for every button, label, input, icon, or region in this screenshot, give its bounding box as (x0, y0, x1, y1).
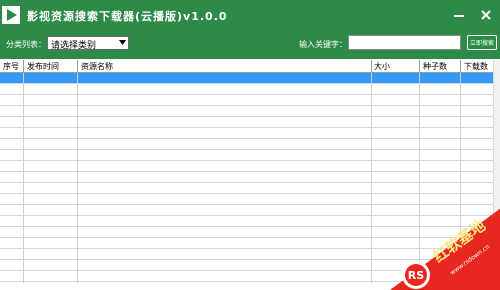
column-divider (371, 60, 372, 283)
header-divider[interactable] (419, 60, 420, 73)
search-button[interactable]: 立即搜索 (467, 35, 497, 50)
search-button-label: 立即搜索 (469, 40, 494, 47)
column-header-size[interactable]: 大小 (374, 60, 390, 73)
column-header-index[interactable]: 序号 (3, 60, 19, 73)
chevron-down-icon (119, 40, 126, 45)
column-header-publish-time[interactable]: 发布时间 (27, 60, 59, 73)
header-divider[interactable] (23, 60, 24, 73)
rsdown-watermark: RS 红软基地 www.rsdown.cn (390, 208, 500, 290)
close-button[interactable] (474, 0, 500, 31)
watermark-badge-text: RS (408, 269, 424, 282)
table-header: 序号 发布时间 资源名称 大小 种子数 下载数 (0, 60, 493, 73)
column-divider (77, 60, 78, 283)
keyword-label: 输入关键字： (299, 40, 347, 49)
column-header-downloads[interactable]: 下载数 (464, 60, 488, 73)
keyword-input[interactable] (348, 35, 461, 50)
category-select-value: 请选择类别 (51, 41, 97, 51)
minimize-button[interactable] (447, 0, 473, 31)
window-title: 影视资源搜索下载器(云播版)v1.0.0 (27, 10, 228, 23)
close-icon (481, 10, 491, 20)
column-header-seeds[interactable]: 种子数 (423, 60, 447, 73)
header-divider[interactable] (77, 60, 78, 73)
header-divider[interactable] (460, 60, 461, 73)
column-divider (23, 60, 24, 283)
category-label: 分类列表： (6, 40, 46, 49)
column-header-resource-name[interactable]: 资源名称 (81, 60, 113, 73)
header-divider[interactable] (371, 60, 372, 73)
app-logo-icon (2, 6, 20, 24)
category-select[interactable]: 请选择类别 (47, 36, 129, 51)
minimize-icon (454, 15, 464, 17)
